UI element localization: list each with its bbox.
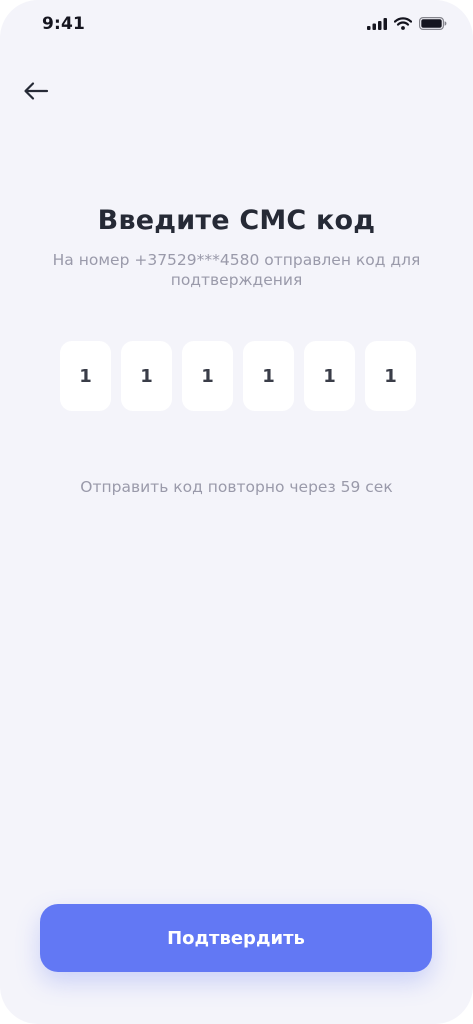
code-digit-6[interactable]: 1: [365, 341, 416, 411]
code-digit-2[interactable]: 1: [121, 341, 172, 411]
code-digit-4[interactable]: 1: [243, 341, 294, 411]
status-icons: [367, 17, 447, 31]
code-digit-1[interactable]: 1: [60, 341, 111, 411]
resend-timer-text: Отправить код повторно через 59 сек: [80, 478, 393, 496]
sms-code-input: 1 1 1 1 1 1: [60, 341, 416, 411]
code-digit-3[interactable]: 1: [182, 341, 233, 411]
cellular-signal-icon: [367, 17, 387, 30]
wifi-icon: [393, 17, 413, 30]
back-button[interactable]: [20, 78, 52, 104]
battery-icon: [419, 17, 447, 31]
subtitle: На номер +37529***4580 отправлен код для…: [52, 251, 421, 289]
code-digit-5[interactable]: 1: [304, 341, 355, 411]
confirm-button[interactable]: Подтвердить: [40, 904, 432, 972]
status-time: 9:41: [42, 14, 86, 34]
arrow-left-icon: [24, 82, 49, 100]
phone-screen: 9:41 Введите СМС код На номер +37529***4…: [0, 0, 473, 1024]
page-title: Введите СМС код: [97, 205, 376, 236]
